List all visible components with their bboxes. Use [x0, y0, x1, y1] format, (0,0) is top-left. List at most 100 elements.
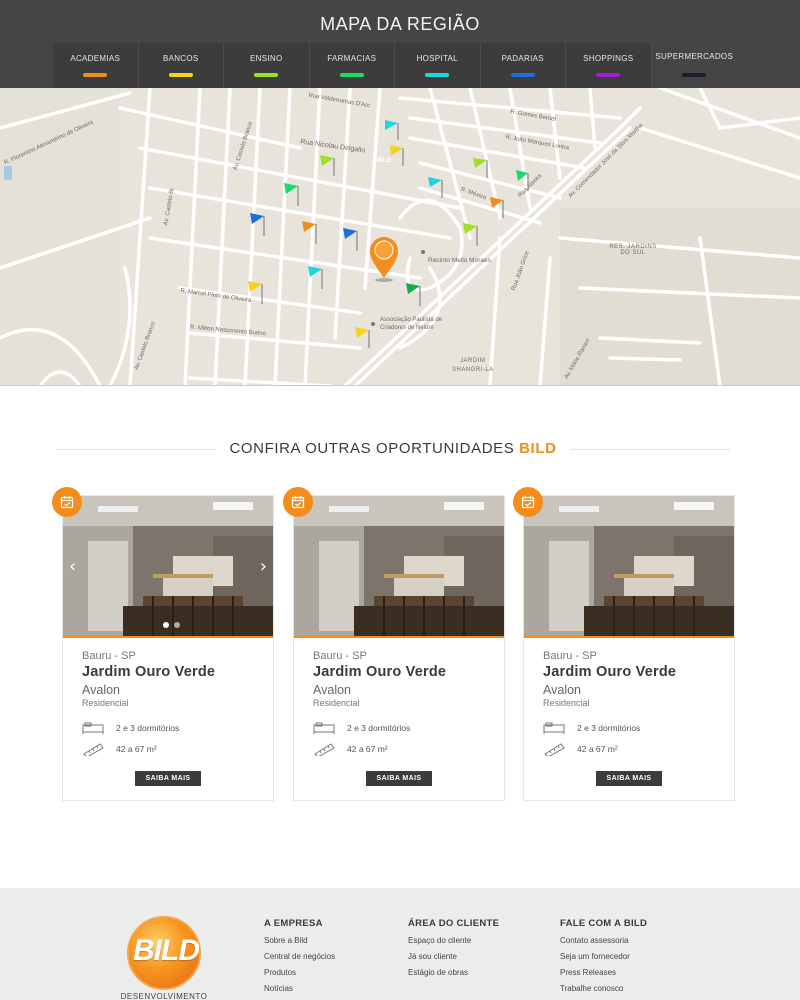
- footer-link[interactable]: Sobre a Bild: [264, 933, 335, 949]
- footer-heading: FALE COM A BILD: [560, 918, 648, 929]
- card-subtitle: Avalon: [82, 683, 120, 697]
- chevron-left-icon[interactable]: ‹: [69, 556, 76, 577]
- card-type: Residencial: [543, 698, 590, 708]
- footer-link[interactable]: Produtos: [264, 965, 335, 981]
- tab-padarias[interactable]: PADARIAS: [480, 43, 566, 88]
- area-text: 42 a 67 m²: [347, 744, 388, 754]
- card-type: Residencial: [313, 698, 360, 708]
- tab-academias[interactable]: ACADEMIAS: [53, 43, 139, 88]
- tab-label: SUPERMERCADOS: [655, 52, 734, 61]
- ruler-icon: [314, 743, 335, 756]
- rooms-text: 2 e 3 dormitórios: [116, 723, 180, 733]
- card-city: Bauru - SP: [543, 650, 597, 662]
- card-city: Bauru - SP: [313, 650, 367, 662]
- bed-icon: [313, 722, 335, 734]
- section-title: CONFIRA OUTRAS OPORTUNIDADES BILD: [56, 440, 730, 457]
- tab-shoppings[interactable]: SHOPPINGS: [566, 43, 652, 88]
- tab-label: ENSINO: [250, 54, 283, 63]
- bild-logo[interactable]: BILD: [127, 916, 201, 990]
- tab-color-bar: [254, 73, 279, 77]
- area-feature: 42 a 67 m²: [82, 742, 157, 756]
- area-text: 42 a 67 m²: [577, 744, 618, 754]
- card-title: Jardim Ouro Verde: [82, 664, 216, 680]
- map-streets: [0, 88, 800, 385]
- place-label: Recinto Mello Moraes: [428, 257, 491, 264]
- card-title: Jardim Ouro Verde: [543, 664, 677, 680]
- page-title: MAPA DA REGIÃO: [320, 14, 480, 34]
- footer-link[interactable]: Seja um fornecedor: [560, 949, 647, 965]
- tab-label: ACADEMIAS: [70, 54, 121, 63]
- footer-heading: A EMPRESA: [264, 918, 323, 929]
- tab-label: SHOPPINGS: [583, 54, 634, 63]
- tab-color-bar: [510, 73, 535, 77]
- region-map-header: MAPA DA REGIÃO ACADEMIAS BANCOS ENSINO F…: [0, 0, 800, 88]
- category-tabs: ACADEMIAS BANCOS ENSINO FARMACIAS HOSPIT…: [53, 43, 737, 88]
- footer-link[interactable]: Contato assessoria: [560, 933, 647, 949]
- card-subtitle: Avalon: [543, 683, 581, 697]
- tab-color-bar: [339, 73, 364, 77]
- district-label: JARDIM: [460, 358, 486, 364]
- tab-bancos[interactable]: BANCOS: [138, 43, 224, 88]
- bed-icon: [543, 722, 565, 734]
- footer-link[interactable]: Espaço do cliente: [408, 933, 499, 949]
- carousel-dot[interactable]: [174, 622, 180, 628]
- footer: BILD DESENVOLVIMENTO A EMPRESA Sobre a B…: [0, 888, 800, 1000]
- tab-ensino[interactable]: ENSINO: [224, 43, 310, 88]
- footer-link[interactable]: Central de negócios: [264, 949, 335, 965]
- logo-text: BILD: [133, 934, 200, 967]
- saiba-mais-button[interactable]: SAIBA MAIS: [596, 771, 662, 786]
- footer-column-empresa: A EMPRESA Sobre a Bild Central de negóci…: [264, 918, 335, 997]
- property-card: Bauru - SP Jardim Ouro Verde Avalon Resi…: [283, 487, 505, 801]
- tab-label: FARMACIAS: [327, 54, 377, 63]
- tab-farmacias[interactable]: FARMACIAS: [309, 43, 395, 88]
- opportunities-heading: CONFIRA OUTRAS OPORTUNIDADES BILD: [56, 438, 730, 460]
- bed-icon: [82, 722, 104, 734]
- carousel-dot[interactable]: [163, 622, 169, 628]
- place-label: Criadores de Nelore: [380, 325, 434, 331]
- tab-color-bar: [83, 73, 108, 77]
- calendar-icon: [283, 487, 313, 517]
- bild-marker-label[interactable]: BILD: [377, 158, 391, 164]
- tab-color-bar: [168, 73, 193, 77]
- footer-link[interactable]: Estágio de obras: [408, 965, 499, 981]
- tab-label: HOSPITAL: [416, 54, 458, 63]
- tab-color-bar: [596, 73, 621, 77]
- tab-color-bar: [682, 73, 707, 77]
- property-photo[interactable]: [294, 496, 504, 638]
- rooms-feature: 2 e 3 dormitórios: [313, 721, 410, 735]
- section-title-accent: BILD: [519, 440, 557, 457]
- tab-label: BANCOS: [162, 54, 199, 63]
- region-map[interactable]: R. Florentino Alexandrino de Oliveira Ru…: [0, 88, 800, 386]
- footer-link[interactable]: Press Releases: [560, 965, 647, 981]
- card-subtitle: Avalon: [313, 683, 351, 697]
- property-card: Bauru - SP Jardim Ouro Verde Avalon Resi…: [513, 487, 735, 801]
- section-title-text: CONFIRA OUTRAS OPORTUNIDADES: [229, 440, 515, 457]
- card-city: Bauru - SP: [82, 650, 136, 662]
- area-text: 42 a 67 m²: [116, 744, 157, 754]
- rooms-feature: 2 e 3 dormitórios: [82, 721, 179, 735]
- calendar-icon: [513, 487, 543, 517]
- ruler-icon: [544, 743, 565, 756]
- district-label: SHANGRI-LA: [452, 367, 494, 373]
- footer-link[interactable]: Trabalhe conosco: [560, 981, 647, 997]
- place-label: Associação Paulista de: [380, 317, 443, 323]
- tab-color-bar: [425, 73, 450, 77]
- tab-supermercados[interactable]: SUPERMERCADOS: [651, 43, 737, 88]
- logo-subtitle: DESENVOLVIMENTO: [120, 992, 208, 1000]
- tab-label: PADARIAS: [501, 54, 544, 63]
- property-card: ‹ › Bauru - SP Jardim Ouro Verde Avalon …: [52, 487, 274, 801]
- calendar-icon: [52, 487, 82, 517]
- footer-link[interactable]: Notícias: [264, 981, 335, 997]
- carousel-dots: [163, 622, 180, 628]
- tab-hospital[interactable]: HOSPITAL: [395, 43, 481, 88]
- chevron-right-icon[interactable]: ›: [260, 556, 267, 577]
- footer-heading: ÁREA DO CLIENTE: [408, 918, 500, 929]
- saiba-mais-button[interactable]: SAIBA MAIS: [366, 771, 432, 786]
- card-title: Jardim Ouro Verde: [313, 664, 447, 680]
- footer-link[interactable]: Já sou cliente: [408, 949, 499, 965]
- ruler-icon: [83, 743, 104, 756]
- property-photo[interactable]: ‹ ›: [63, 496, 273, 638]
- saiba-mais-button[interactable]: SAIBA MAIS: [135, 771, 201, 786]
- rooms-text: 2 e 3 dormitórios: [577, 723, 641, 733]
- property-photo[interactable]: [524, 496, 734, 638]
